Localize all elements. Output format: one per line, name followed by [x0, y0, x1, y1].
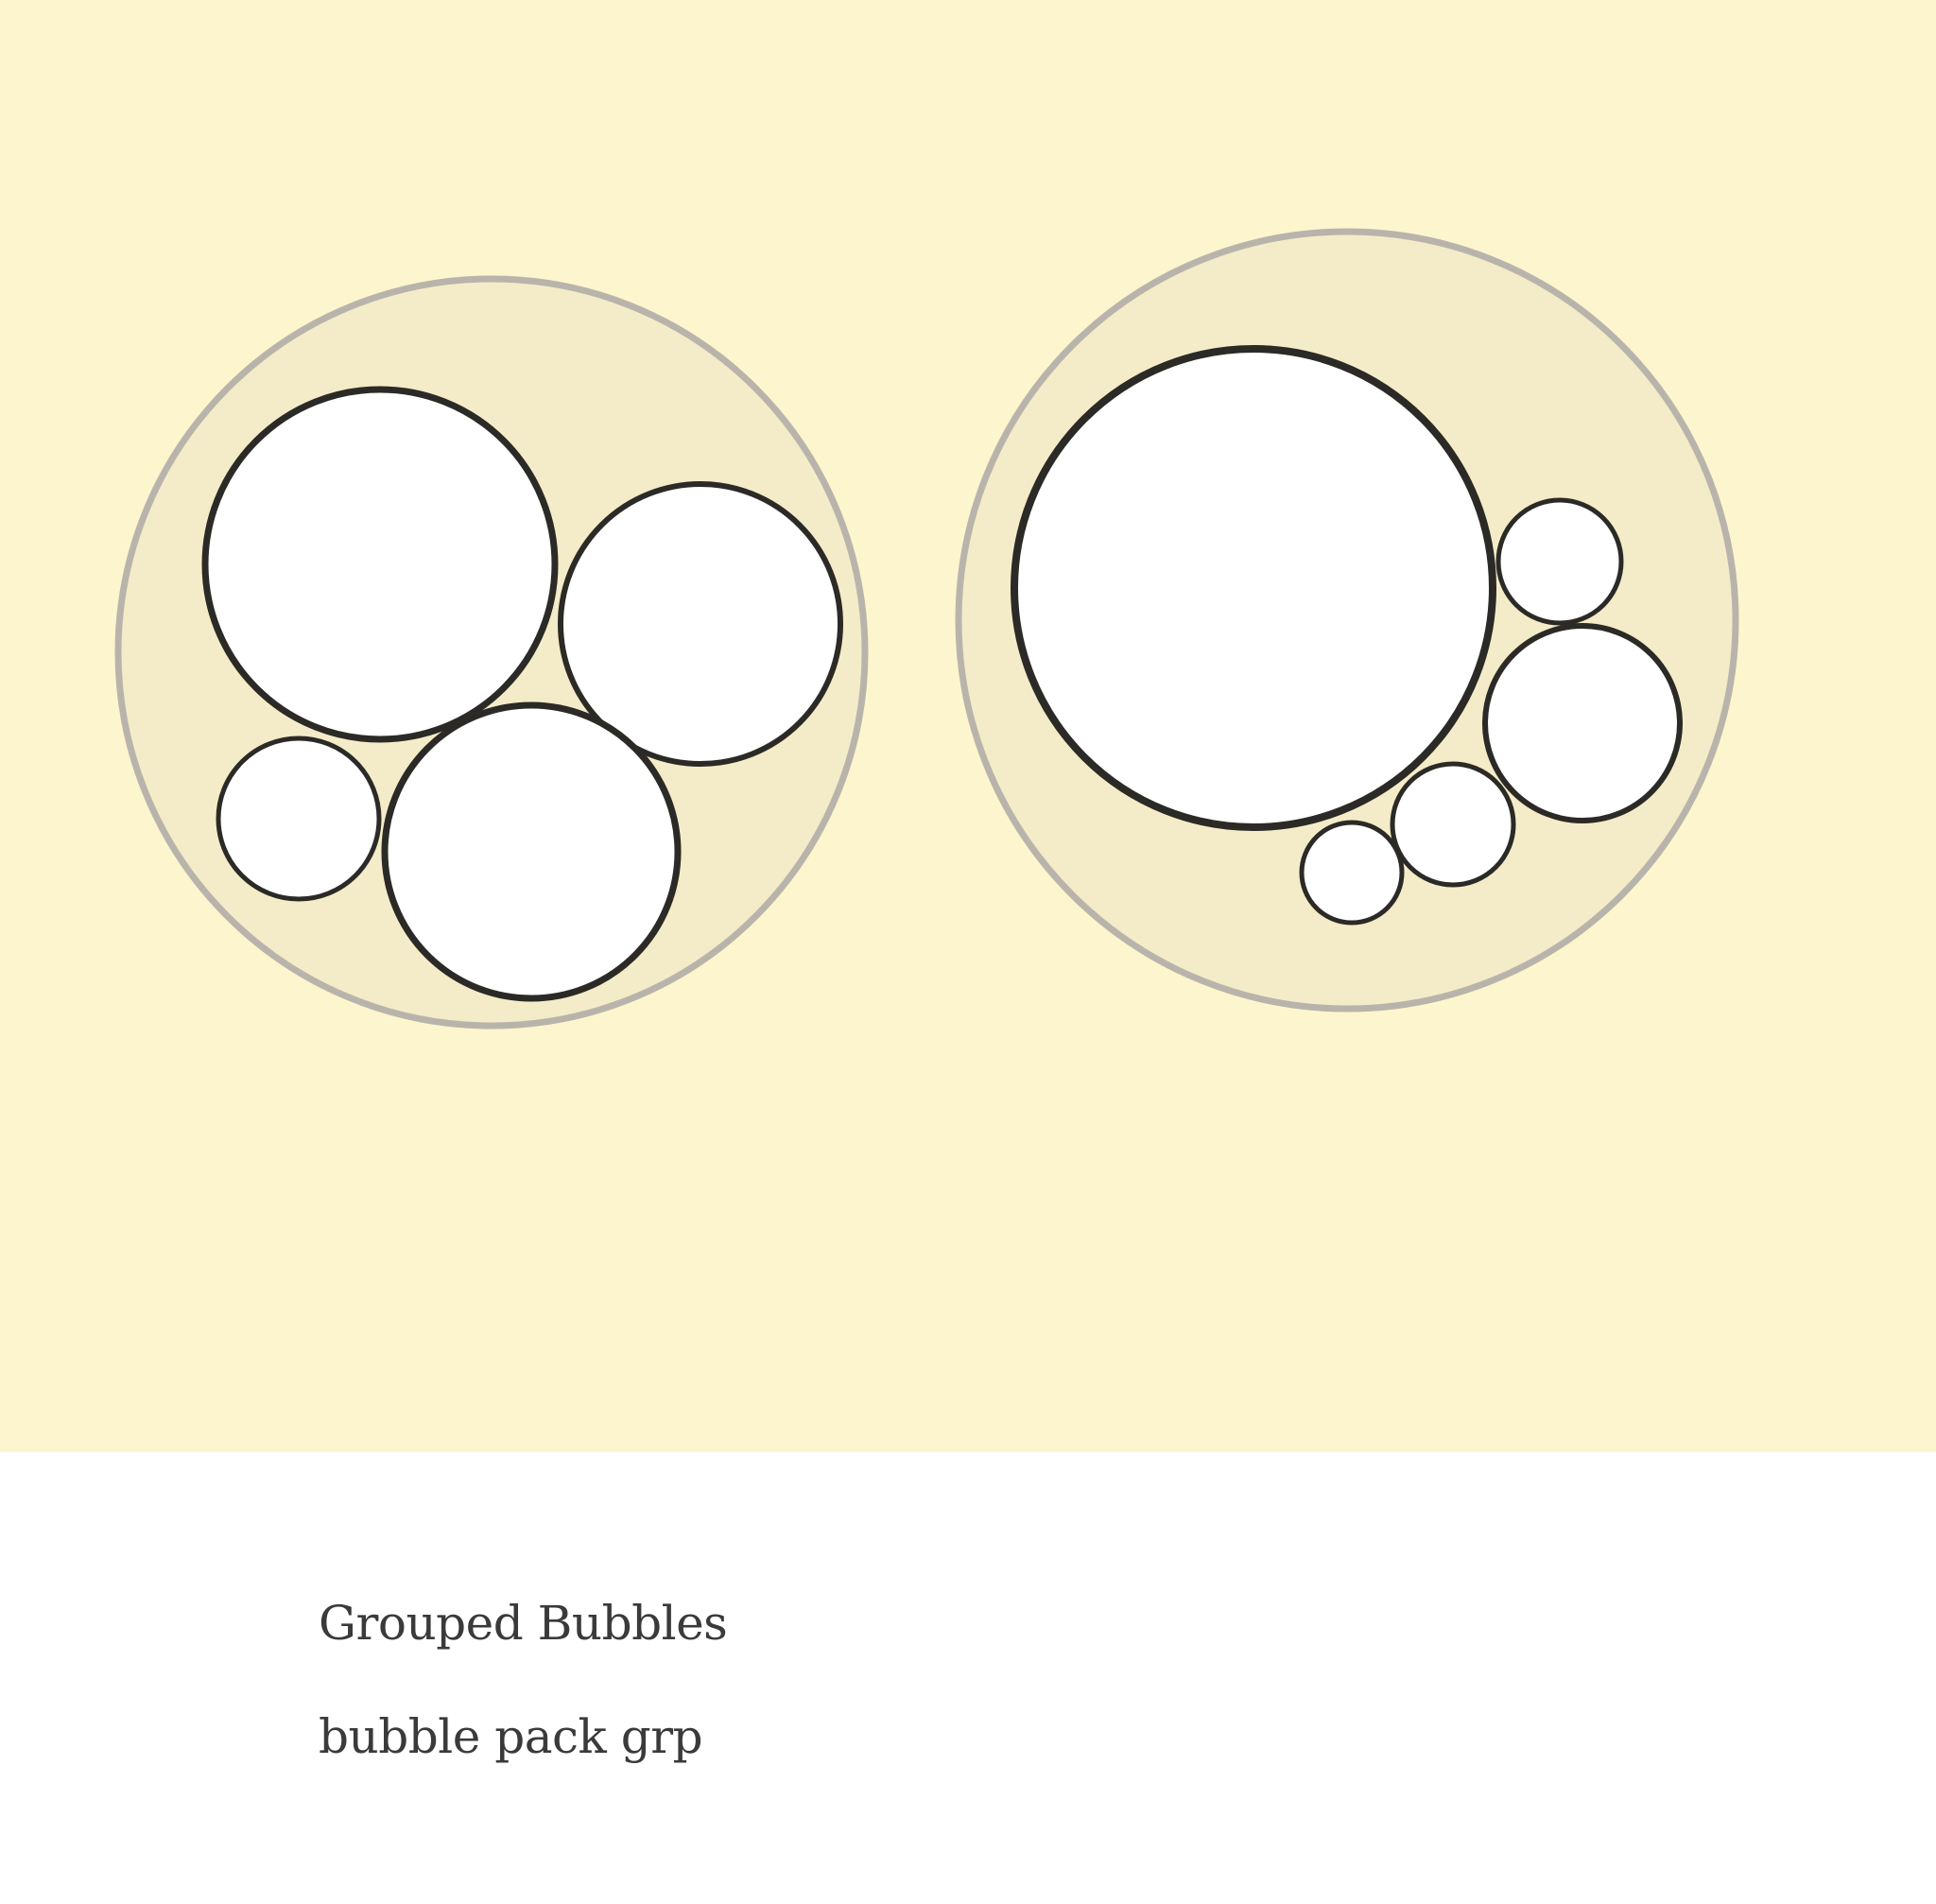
bubble	[381, 701, 682, 1002]
bubble	[1011, 345, 1496, 831]
bubble	[1482, 623, 1683, 823]
bubble	[1299, 820, 1405, 926]
diagram-subtitle: bubble pack grp	[319, 1709, 703, 1764]
bubble	[201, 386, 559, 743]
bubble-diagram	[114, 228, 1739, 1030]
diagram-title: Grouped Bubbles	[319, 1596, 728, 1651]
caption-area	[0, 1452, 1936, 1904]
bubble-group-right	[955, 228, 1739, 1013]
bubble-group-left	[114, 275, 869, 1030]
diagram-canvas	[0, 0, 1936, 1452]
bubble	[216, 736, 382, 902]
bubble	[1390, 761, 1516, 888]
bubble	[1495, 497, 1624, 626]
